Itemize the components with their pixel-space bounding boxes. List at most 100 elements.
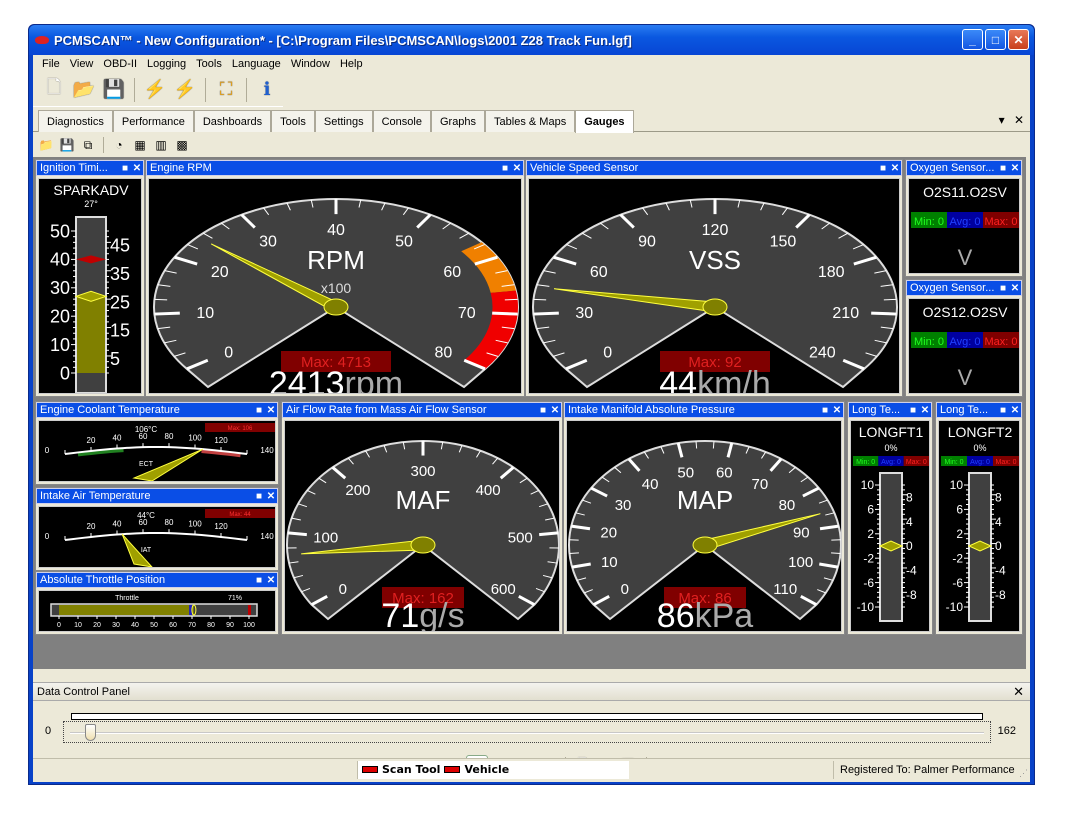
rpm-dial: 01020304050607080RPMx100Max: 47132413rpm <box>153 198 519 394</box>
slider-thumb[interactable] <box>84 724 96 741</box>
close-panel-icon[interactable]: ✕ <box>511 163 523 174</box>
connect-button[interactable]: ⚡ <box>142 77 168 103</box>
readout-value: 44 <box>659 365 697 394</box>
close-panel-icon[interactable]: ✕ <box>831 405 843 416</box>
tab-close-icon[interactable]: ✕ <box>1014 113 1024 127</box>
tab-settings[interactable]: Settings <box>314 110 373 132</box>
close-panel-icon[interactable]: ✕ <box>919 405 931 416</box>
tick-label: 240 <box>809 345 836 362</box>
left-scale-label: -2 <box>952 551 963 565</box>
float-panel-icon[interactable]: ■ <box>997 405 1009 416</box>
ltft2-panel-header[interactable]: Long Te... ■ ✕ <box>936 402 1022 418</box>
map-panel-header[interactable]: Intake Manifold Absolute Pressure ■ ✕ <box>564 402 844 418</box>
float-panel-icon[interactable]: ■ <box>819 405 831 416</box>
tab-console[interactable]: Console <box>372 110 431 132</box>
float-panel-icon[interactable]: ■ <box>877 163 889 174</box>
close-panel-icon[interactable]: ✕ <box>1009 405 1021 416</box>
tab-performance[interactable]: Performance <box>112 110 194 132</box>
open-folder-button[interactable]: 📂 <box>71 77 97 103</box>
fit-layout-button[interactable]: ⛶ <box>213 77 239 103</box>
new-file-icon: 🗋 <box>46 76 62 97</box>
iat-panel-header[interactable]: Intake Air Temperature ■ ✕ <box>36 488 278 504</box>
close-panel-icon[interactable]: ✕ <box>1009 283 1021 294</box>
close-panel-icon[interactable]: ✕ <box>131 163 143 174</box>
add-dial-gauge-button[interactable]: ◔ <box>110 136 128 154</box>
rpm-panel-header[interactable]: Engine RPM ■ ✕ <box>146 160 524 176</box>
menu-file[interactable]: File <box>37 58 65 70</box>
open-layout-button[interactable]: 📁 <box>37 136 55 154</box>
resize-grip-icon[interactable]: ⋰ <box>1019 768 1028 779</box>
menu-view[interactable]: View <box>65 58 99 70</box>
tab-dropdown-icon[interactable]: ▾ <box>999 113 1005 127</box>
gauge-readout: 44km/h <box>659 365 771 394</box>
float-panel-icon[interactable]: ■ <box>997 283 1009 294</box>
tps-panel-header[interactable]: Absolute Throttle Position ■ ✕ <box>36 572 278 588</box>
menu-tools[interactable]: Tools <box>191 58 227 70</box>
tab-graphs[interactable]: Graphs <box>430 110 486 132</box>
tick-label: 10 <box>196 305 214 322</box>
minimize-button[interactable]: _ <box>962 29 983 50</box>
save-button[interactable]: 💾 <box>101 77 127 103</box>
data-control-close-icon[interactable]: ✕ <box>1013 684 1024 700</box>
vss-panel-header[interactable]: Vehicle Speed Sensor ■ ✕ <box>526 160 902 176</box>
disconnect-button[interactable]: ⚡ <box>172 77 198 103</box>
tick-label: 180 <box>818 264 845 281</box>
save-layout-button[interactable]: 💾 <box>58 136 76 154</box>
maf-panel-header[interactable]: Air Flow Rate from Mass Air Flow Sensor ■… <box>282 402 562 418</box>
add-graph-gauge-button[interactable]: ▦ <box>131 136 149 154</box>
menu-window[interactable]: Window <box>286 58 335 70</box>
close-panel-icon[interactable]: ✕ <box>265 405 277 416</box>
float-panel-icon[interactable]: ■ <box>537 405 549 416</box>
tab-tables-maps[interactable]: Tables & Maps <box>485 110 576 132</box>
float-panel-icon[interactable]: ■ <box>253 575 265 586</box>
close-panel-icon[interactable]: ✕ <box>549 405 561 416</box>
tab-tools[interactable]: Tools <box>271 110 315 132</box>
o2s12-panel-header[interactable]: Oxygen Sensor... ■ ✕ <box>906 280 1022 296</box>
close-button[interactable]: ✕ <box>1008 29 1029 50</box>
ect-panel-header[interactable]: Engine Coolant Temperature ■ ✕ <box>36 402 278 418</box>
float-panel-icon[interactable]: ■ <box>253 405 265 416</box>
menu-help[interactable]: Help <box>335 58 368 70</box>
panel-title: Ignition Timi... <box>40 162 108 174</box>
left-scale-label: 2 <box>956 527 963 541</box>
float-panel-icon[interactable]: ■ <box>119 163 131 174</box>
tab-diagnostics[interactable]: Diagnostics <box>38 110 113 132</box>
tick-label: 0 <box>224 345 233 362</box>
tab-dashboards[interactable]: Dashboards <box>193 110 272 132</box>
new-file-button[interactable]: 🗋 <box>41 77 67 103</box>
frame-slider[interactable] <box>63 721 991 743</box>
ltft1-panel-header[interactable]: Long Te... ■ ✕ <box>848 402 932 418</box>
o2s11-panel-header[interactable]: Oxygen Sensor... ■ ✕ <box>906 160 1022 176</box>
close-panel-icon[interactable]: ✕ <box>265 491 277 502</box>
readout-value: 71 <box>381 597 419 632</box>
maximize-button[interactable]: □ <box>985 29 1006 50</box>
close-panel-icon[interactable]: ✕ <box>1009 163 1021 174</box>
ltft1-gauge: LONGFT1 0% Min: 0 Avg: 0 Max: 0 10 6 2 -2 -6 -10 8 4… <box>850 420 930 632</box>
tick-label: 10 <box>74 622 82 629</box>
menu-language[interactable]: Language <box>227 58 286 70</box>
float-panel-icon[interactable]: ■ <box>997 163 1009 174</box>
close-panel-icon[interactable]: ✕ <box>265 575 277 586</box>
info-button[interactable]: ℹ <box>254 77 280 103</box>
panel-title: Oxygen Sensor... <box>910 162 995 174</box>
close-panel-icon[interactable]: ✕ <box>889 163 901 174</box>
readout-value: 2413 <box>269 365 345 394</box>
add-map-button[interactable]: ▩ <box>173 136 191 154</box>
max-value: Max: 106 <box>228 426 253 432</box>
tick-label: 20 <box>87 522 96 531</box>
menu-obd-ii[interactable]: OBD-II <box>98 58 142 70</box>
float-panel-icon[interactable]: ■ <box>907 405 919 416</box>
map-panel: Intake Manifold Absolute Pressure ■ ✕ 0 10 20… <box>563 401 845 635</box>
ignition-panel-header[interactable]: Ignition Timi... ■ ✕ <box>36 160 144 176</box>
add-table-button[interactable]: ▥ <box>152 136 170 154</box>
right-scale-label: -8 <box>995 588 1006 602</box>
float-panel-icon[interactable]: ■ <box>253 491 265 502</box>
disconnect-icon: ⚡ <box>173 79 197 99</box>
tick-label: 100 <box>788 554 813 571</box>
copy-button[interactable]: ⧉ <box>79 136 97 154</box>
needle-hub <box>702 298 728 316</box>
menu-logging[interactable]: Logging <box>142 58 191 70</box>
tab-gauges[interactable]: Gauges <box>575 110 634 133</box>
float-panel-icon[interactable]: ■ <box>499 163 511 174</box>
minor-tick <box>883 298 897 301</box>
